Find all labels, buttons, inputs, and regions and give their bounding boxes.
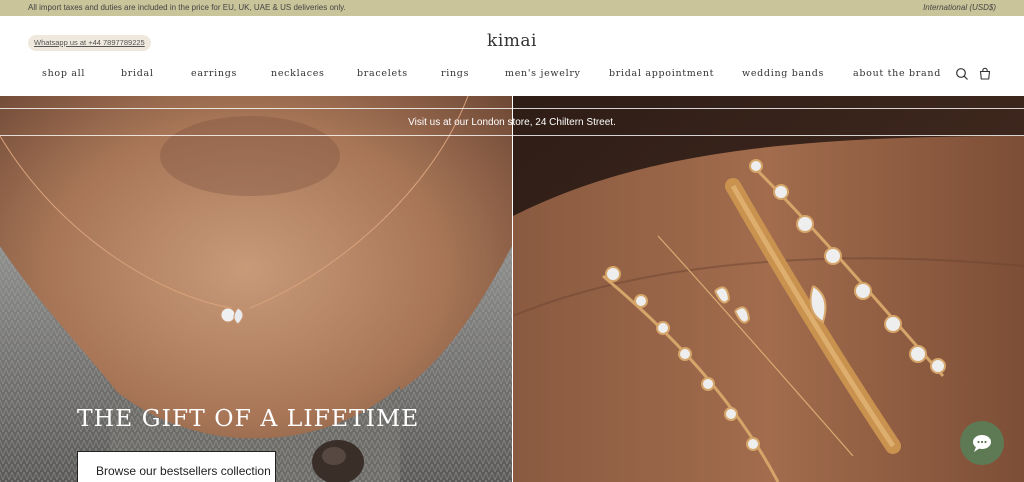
nav-necklaces[interactable]: necklaces (271, 68, 325, 79)
site-logo[interactable]: kimai (0, 31, 1024, 51)
nav-mens-jewelry[interactable]: men's jewelry (505, 68, 581, 79)
bag-icon[interactable] (978, 67, 992, 81)
nav-bridal[interactable]: bridal (121, 68, 154, 79)
search-icon[interactable] (955, 67, 969, 81)
hero-banner: Visit us at our London store, 24 Chilter… (0, 96, 1024, 482)
nav-shop-all[interactable]: shop all (42, 68, 85, 79)
nav-bracelets[interactable]: bracelets (357, 68, 408, 79)
announcement-text: All import taxes and duties are included… (28, 3, 346, 12)
chat-bubble-icon (973, 435, 991, 452)
store-notice[interactable]: Visit us at our London store, 24 Chilter… (0, 108, 1024, 136)
currency-selector[interactable]: International (USD$) (923, 3, 996, 12)
nav-rings[interactable]: rings (441, 68, 469, 79)
chat-button[interactable] (960, 421, 1004, 465)
hero-headline: THE GIFT OF A LIFETIME (77, 404, 420, 432)
nav-bridal-appointment[interactable]: bridal appointment (609, 68, 714, 79)
nav-wedding-bands[interactable]: wedding bands (742, 68, 824, 79)
bracelets-photo[interactable] (513, 96, 1024, 482)
nav-about-the-brand[interactable]: about the brand (853, 68, 941, 79)
main-nav: shop all bridal earrings necklaces brace… (0, 68, 1024, 82)
announcement-bar: All import taxes and duties are included… (0, 0, 1024, 16)
bestsellers-button[interactable]: Browse our bestsellers collection (77, 451, 276, 482)
nav-earrings[interactable]: earrings (191, 68, 237, 79)
site-header: Whatsapp us at +44 7897789225 kimai shop… (0, 16, 1024, 96)
